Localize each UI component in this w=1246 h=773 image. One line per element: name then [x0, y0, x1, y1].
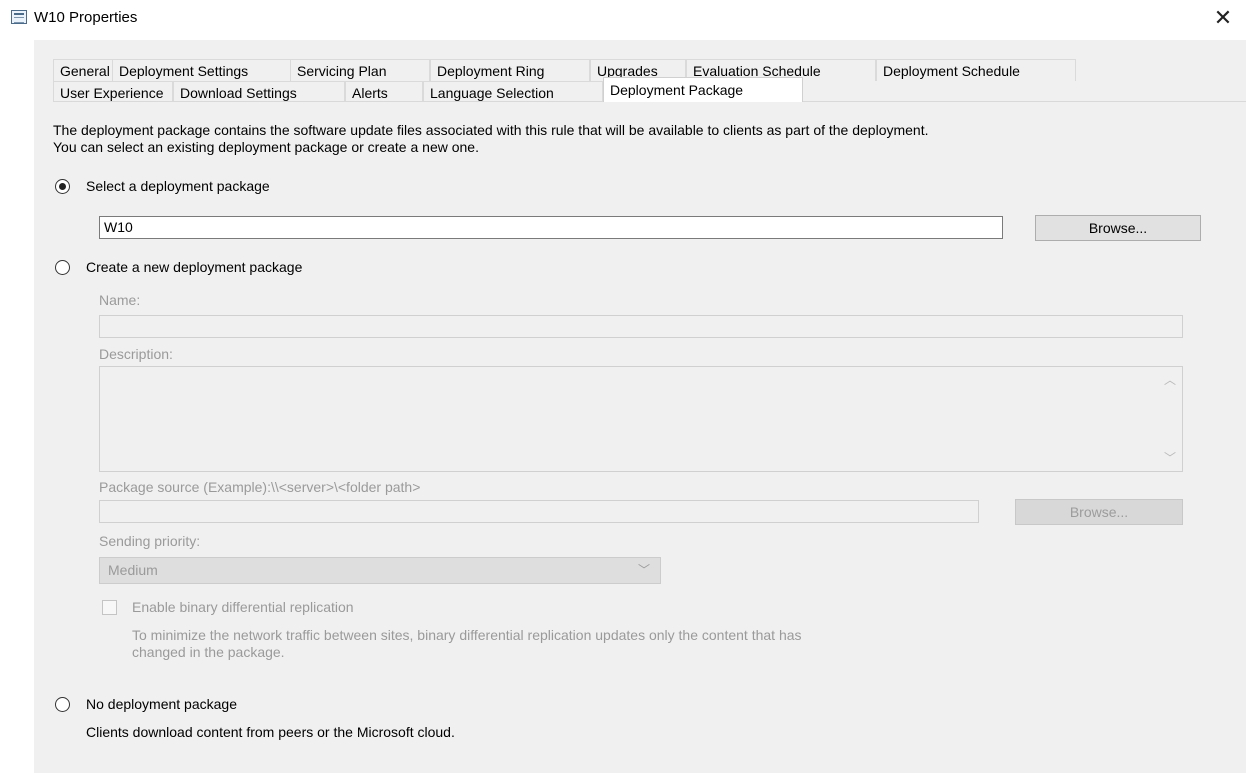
bdr-label[interactable]: Enable binary differential replication — [132, 599, 354, 615]
bdr-note-line-1: To minimize the network traffic between … — [132, 627, 802, 643]
select-package-label[interactable]: Select a deployment package — [86, 178, 270, 194]
sending-priority-select[interactable]: Medium ﹀ — [99, 557, 661, 584]
tab-deployment-schedule[interactable]: Deployment Schedule — [876, 59, 1076, 81]
tab-language-selection[interactable]: Language Selection — [423, 81, 603, 103]
bdr-checkbox[interactable] — [102, 600, 117, 615]
tab-alerts[interactable]: Alerts — [345, 81, 423, 103]
sending-priority-label: Sending priority: — [99, 533, 201, 549]
tab-deployment-package[interactable]: Deployment Package — [603, 77, 803, 102]
scroll-down-icon[interactable]: ﹀ — [1164, 452, 1176, 464]
tab-content: The deployment package contains the soft… — [53, 102, 1237, 773]
description-textarea[interactable]: ︿ ﹀ — [99, 366, 1183, 472]
tab-deployment-ring[interactable]: Deployment Ring — [430, 59, 590, 81]
scroll-up-icon[interactable]: ︿ — [1164, 374, 1176, 386]
no-package-radio[interactable] — [55, 697, 70, 712]
tab-servicing-plan[interactable]: Servicing Plan — [290, 59, 430, 81]
sending-priority-value: Medium — [108, 562, 158, 578]
close-icon[interactable]: ✕ — [1208, 4, 1238, 32]
no-package-note: Clients download content from peers or t… — [86, 724, 455, 740]
chevron-down-icon: ﹀ — [637, 563, 650, 577]
select-package-radio[interactable] — [55, 179, 70, 194]
title-bar: W10 Properties ✕ — [0, 0, 1246, 36]
create-package-radio[interactable] — [55, 260, 70, 275]
package-source-field[interactable] — [99, 500, 979, 523]
existing-package-field[interactable]: W10 — [99, 216, 1003, 239]
tab-user-experience[interactable]: User Experience — [53, 81, 173, 103]
description-label: Description: — [99, 346, 173, 362]
description-text: The deployment package contains the soft… — [53, 122, 929, 156]
dialog-panel: General Deployment Settings Servicing Pl… — [34, 40, 1246, 773]
tab-deployment-settings[interactable]: Deployment Settings — [112, 59, 298, 81]
properties-window-icon — [11, 10, 27, 24]
browse-existing-button[interactable]: Browse... — [1035, 215, 1201, 241]
package-source-label: Package source (Example):\\<server>\<fol… — [99, 479, 421, 495]
bdr-note-line-2: changed in the package. — [132, 644, 285, 660]
create-package-label[interactable]: Create a new deployment package — [86, 259, 302, 275]
description-line-2: You can select an existing deployment pa… — [53, 139, 479, 155]
bdr-note: To minimize the network traffic between … — [132, 627, 802, 661]
no-package-label[interactable]: No deployment package — [86, 696, 237, 712]
description-line-1: The deployment package contains the soft… — [53, 122, 929, 138]
browse-source-button[interactable]: Browse... — [1015, 499, 1183, 525]
name-field[interactable] — [99, 315, 1183, 338]
window-title: W10 Properties — [34, 9, 138, 26]
tab-download-settings[interactable]: Download Settings — [173, 81, 345, 103]
name-label: Name: — [99, 292, 141, 308]
